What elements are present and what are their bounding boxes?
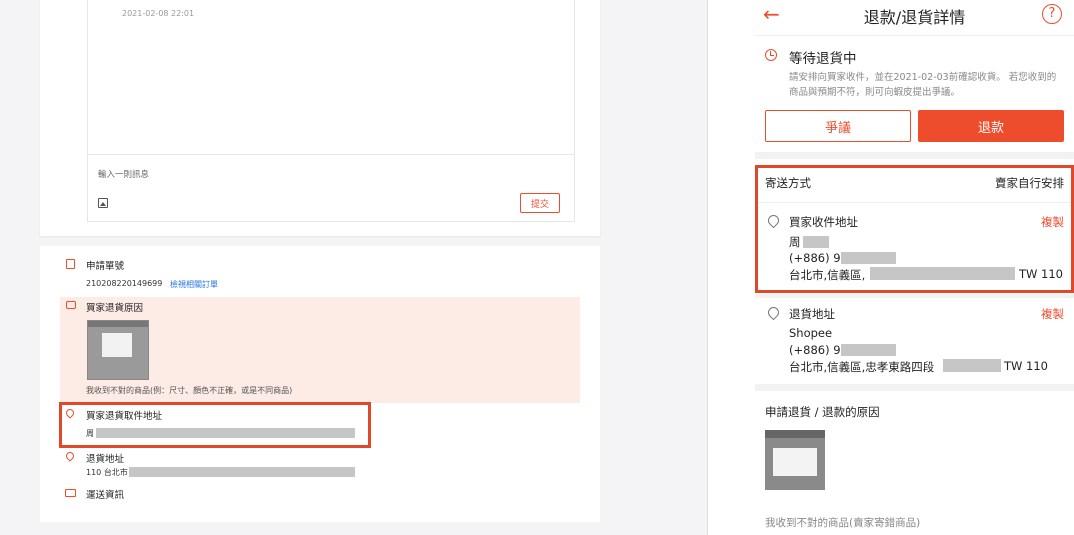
view-order-link[interactable]: 檢視相關訂單 (170, 279, 218, 290)
redacted-address (129, 467, 355, 477)
clock-icon (765, 49, 777, 61)
evidence-thumbnail[interactable] (87, 320, 149, 380)
image-upload-icon[interactable] (98, 198, 108, 208)
application-number: 210208220149699 (86, 279, 163, 288)
truck-icon (65, 489, 76, 497)
page-title: 退款/退貨詳情 (863, 8, 966, 27)
highlight-box (59, 402, 371, 448)
highlight-box (755, 165, 1074, 293)
refund-button[interactable]: 退款 (918, 110, 1064, 142)
divider (755, 294, 1074, 298)
status-title: 等待退貨中 (789, 51, 857, 67)
chat-timestamp: 2021-02-08 22:01 (122, 9, 195, 18)
divider (755, 152, 1074, 159)
return-reason-label: 買家退貨原因 (86, 303, 144, 314)
location-pin-icon (765, 304, 782, 321)
return-recipient: Shopee (789, 326, 833, 340)
return-reason-text: 我收到不對的商品(例：尺寸、顏色不正確，或是不同商品) (86, 386, 293, 395)
document-icon (66, 259, 75, 269)
divider (88, 154, 574, 155)
application-number-label: 申請單號 (86, 261, 125, 272)
seller-center-panel: 2021-02-08 22:01 輸入一則訊息 提交 申請單號 21020822… (0, 0, 708, 535)
chat-area: 2021-02-08 22:01 輸入一則訊息 提交 (87, 0, 575, 222)
submit-button[interactable]: 提交 (520, 193, 560, 213)
reason-text: 我收到不對的商品(賣家寄錯商品) (765, 517, 921, 529)
help-icon[interactable]: ? (1042, 4, 1062, 24)
redacted-phone (841, 344, 896, 356)
return-address-city: 110 台北市 (86, 468, 128, 477)
status-description: 請安排向買家收件，並在2021-02-03前確認收貨。 若您收到的商品與預期不符… (789, 72, 1057, 98)
return-address-label: 退貨地址 (86, 454, 125, 465)
divider (755, 384, 1074, 391)
return-address-label: 退貨地址 (789, 307, 835, 321)
return-address-line: 台北市,信義區,忠孝東路四段 (789, 360, 935, 374)
chat-bubble-icon (66, 301, 76, 309)
redacted-address (943, 359, 1001, 372)
copy-button[interactable]: 複製 (1041, 306, 1064, 322)
reason-label: 申請退貨 / 退款的原因 (765, 405, 880, 419)
mobile-return-detail: ← 退款/退貨詳情 ? 等待退貨中 請安排向買家收件，並在2021-02-03前… (755, 0, 1074, 535)
return-phone: (+886) 9 (789, 343, 841, 357)
shipping-info-label: 運送資訊 (86, 490, 125, 501)
return-zip: TW 110 (1004, 359, 1049, 373)
dispute-button[interactable]: 爭議 (765, 110, 911, 142)
header: ← 退款/退貨詳情 ? (755, 0, 1074, 36)
evidence-thumbnail[interactable] (765, 430, 825, 490)
message-input[interactable]: 輸入一則訊息 (98, 168, 149, 180)
chat-card: 2021-02-08 22:01 輸入一則訊息 提交 (40, 0, 600, 236)
